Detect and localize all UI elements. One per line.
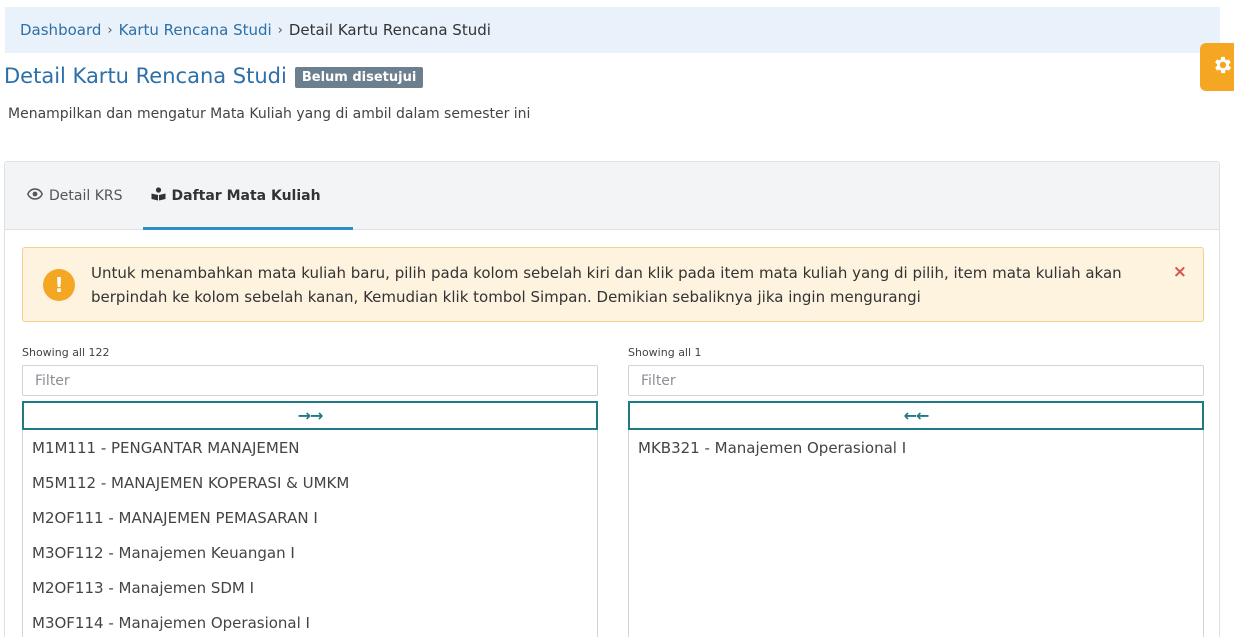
tab-bar: Detail KRS Daftar Mata Kuliah [5, 162, 1219, 230]
selected-count: Showing all 1 [628, 346, 702, 359]
available-filter-input[interactable] [22, 365, 598, 396]
list-item[interactable]: M3OF114 - Manajemen Operasional I [23, 605, 597, 637]
tab-detail-krs[interactable]: Detail KRS [19, 162, 131, 229]
list-item[interactable]: M3OF112 - Manajemen Keuangan I [23, 535, 597, 570]
list-item[interactable]: M1M111 - PENGANTAR MANAJEMEN [23, 430, 597, 465]
list-item[interactable]: MKB321 - Manajemen Operasional I [629, 430, 1203, 465]
move-all-left-button[interactable]: ←← [628, 401, 1204, 430]
selected-courses-list[interactable]: MKB321 - Manajemen Operasional I [628, 430, 1204, 637]
double-arrow-left-icon: ←← [903, 406, 930, 425]
page-subtitle: Menampilkan dan mengatur Mata Kuliah yan… [8, 106, 531, 122]
double-arrow-right-icon: →→ [297, 406, 324, 425]
gear-icon [1212, 54, 1234, 80]
breadcrumb-separator: › [277, 22, 283, 38]
list-item[interactable]: M5M112 - MANAJEMEN KOPERASI & UMKM [23, 465, 597, 500]
breadcrumb-separator: › [107, 22, 113, 38]
selected-filter-input[interactable] [628, 365, 1204, 396]
tab-label: Detail KRS [49, 187, 123, 204]
breadcrumb-link-dashboard[interactable]: Dashboard [20, 21, 101, 39]
tab-label: Daftar Mata Kuliah [171, 187, 321, 204]
info-alert: ! Untuk menambahkan mata kuliah baru, pi… [22, 247, 1204, 322]
eye-icon [27, 187, 43, 204]
book-reader-icon [151, 186, 166, 205]
page-title: Detail Kartu Rencana Studi [4, 64, 287, 88]
page-title-row: Detail Kartu Rencana Studi Belum disetuj… [4, 64, 424, 88]
close-icon[interactable]: × [1173, 262, 1187, 282]
alert-message: Untuk menambahkan mata kuliah baru, pili… [91, 263, 1122, 306]
move-all-right-button[interactable]: →→ [22, 401, 598, 430]
breadcrumb-current: Detail Kartu Rencana Studi [288, 21, 491, 39]
breadcrumb-link-krs[interactable]: Kartu Rencana Studi [119, 21, 272, 39]
tab-daftar-mata-kuliah[interactable]: Daftar Mata Kuliah [142, 162, 353, 230]
list-item[interactable]: M2OF113 - Manajemen SDM I [23, 570, 597, 605]
settings-button[interactable] [1200, 43, 1234, 91]
available-courses-column: Showing all 122 →→ M1M111 - PENGANTAR MA… [22, 345, 598, 637]
available-courses-list[interactable]: M1M111 - PENGANTAR MANAJEMEN M5M112 - MA… [22, 430, 598, 637]
breadcrumb: Dashboard › Kartu Rencana Studi › Detail… [5, 7, 1220, 53]
available-count: Showing all 122 [22, 346, 110, 359]
list-item[interactable]: M2OF111 - MANAJEMEN PEMASARAN I [23, 500, 597, 535]
selected-courses-column: Showing all 1 ←← MKB321 - Manajemen Oper… [628, 345, 1204, 637]
exclamation-circle-icon: ! [43, 268, 75, 301]
status-badge: Belum disetujui [294, 66, 424, 88]
krs-card: Detail KRS Daftar Mata Kuliah ! Untuk me… [4, 161, 1220, 637]
